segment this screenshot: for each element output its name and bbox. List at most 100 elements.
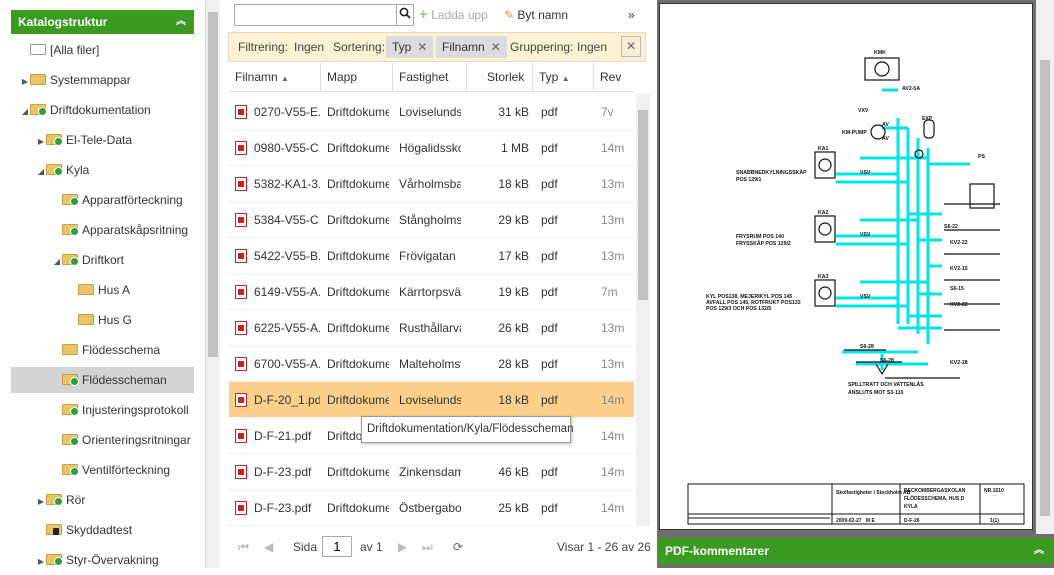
cell-folder: Driftdokumentation — [327, 357, 389, 371]
close-icon[interactable]: ✕ — [621, 36, 641, 57]
tree-item[interactable]: ▶ Systemmappar — [0, 67, 131, 93]
tree-item[interactable]: Apparatskåpsritning — [0, 217, 188, 243]
table-row[interactable]: 0270-V55-E.pdf Driftdokumentation Loviselu… — [229, 94, 634, 130]
tree-item[interactable]: ◢ Kyla — [0, 157, 89, 183]
next-page-icon[interactable]: ▶ — [398, 532, 407, 562]
cell-rev: 13m — [601, 357, 625, 371]
expand-arrow-icon[interactable]: ▶ — [36, 489, 46, 515]
pdf-file-icon — [235, 285, 247, 299]
prev-page-icon[interactable]: ◀ — [264, 532, 273, 562]
table-row[interactable]: 5384-V55-C.pdf Driftdokumentation Stånghol… — [229, 202, 634, 238]
tree-item[interactable]: Flödesschema — [0, 337, 160, 363]
expand-arrow-icon[interactable]: ▶ — [36, 129, 46, 155]
sort-chip-type[interactable]: Typ ✕ — [386, 36, 434, 58]
rename-button[interactable]: ✎ Byt namn — [504, 6, 568, 24]
expand-arrow-icon[interactable]: ◢ — [52, 249, 62, 275]
filter-value[interactable]: Ingen — [294, 33, 324, 61]
col-rev[interactable]: Rev — [594, 63, 634, 92]
diagram-label: S6-22 — [944, 224, 958, 230]
pdf-comments-bar[interactable]: PDF-kommentarer ︽ — [657, 538, 1054, 564]
diagram-label: S6-28 — [880, 358, 894, 364]
cell-name: D-F-23.pdf — [254, 465, 312, 479]
expand-arrow-icon[interactable]: ▶ — [20, 69, 30, 95]
cell-type: pdf — [541, 501, 558, 515]
last-page-icon[interactable]: ⏭ — [422, 532, 433, 562]
pdf-page[interactable]: KMK AV2-5A VXV KM-PUMP AV AV EXP PS SNABBNEDKYLN… — [659, 3, 1033, 530]
table-row[interactable]: 5422-V55-B.pdf Driftdokumentation Frövigat… — [229, 238, 634, 274]
tree-item[interactable]: Skyddadtest — [0, 517, 132, 543]
sort-chip-filename[interactable]: Filnamn ✕ — [436, 36, 507, 58]
tree-item[interactable]: ◢ Driftkort — [0, 247, 124, 273]
search-icon[interactable] — [396, 4, 414, 26]
cell-prop: Rusthållarvägen — [399, 321, 461, 335]
col-filename[interactable]: Filnamn ▲ — [229, 63, 321, 92]
tree-scroll-thumb[interactable] — [208, 12, 218, 357]
refresh-icon[interactable]: ⟳ — [453, 532, 463, 562]
table-row[interactable]: 6700-V55-A.pdf Driftdokumentation Maltehol… — [229, 346, 634, 382]
tree-item[interactable]: ▶ El-Tele-Data — [0, 127, 132, 153]
tree-item[interactable]: Apparatförteckning — [0, 187, 183, 213]
collapse-icon[interactable]: ︽ — [176, 10, 186, 34]
expand-icon[interactable]: ︽ — [1034, 538, 1044, 564]
tree-item-label: Orienteringsritningar — [82, 433, 191, 447]
first-page-icon[interactable]: ⏮ — [238, 532, 249, 562]
diagram-label: SNABBNEDKYLNINGSSKÅP — [736, 169, 807, 176]
table-row[interactable]: 5382-KA1-3.pdf Driftdokumentation Vårholms… — [229, 166, 634, 202]
tree-item[interactable]: Orienteringsritningar — [0, 427, 191, 453]
list-scroll-thumb[interactable] — [638, 110, 648, 300]
table-row[interactable]: D-F-23.pdf Driftdokumentation Zinkensdamm 4… — [229, 454, 634, 490]
tree-item-label: Apparatskåpsritning — [82, 223, 189, 237]
cell-folder: Driftdokumentation — [327, 393, 389, 407]
expand-arrow-icon[interactable]: ◢ — [20, 99, 30, 125]
pdf-file-icon — [235, 357, 247, 371]
col-folder[interactable]: Mapp — [321, 63, 393, 92]
tree-item[interactable]: [Alla filer] — [0, 37, 99, 63]
col-size[interactable]: Storlek — [467, 63, 533, 92]
pdf-file-icon — [235, 429, 247, 443]
title-block-text: Skolfastigheter i Stockholm AB — [836, 490, 911, 496]
tree-scrollbar[interactable] — [206, 0, 220, 568]
upload-button[interactable]: + Ladda upp — [419, 6, 488, 24]
pdf-scrollbar[interactable] — [1036, 0, 1054, 534]
table-row[interactable]: D-F-23.pdf Driftdokumentation Östbergaborg… — [229, 490, 634, 526]
remove-icon[interactable]: ✕ — [417, 40, 427, 54]
cell-size: 19 kB — [498, 285, 529, 299]
search-input[interactable] — [234, 4, 412, 26]
more-button[interactable]: » — [628, 6, 635, 24]
folder-icon — [46, 554, 63, 566]
tree-item-label: Injusteringsprotokoll — [82, 403, 189, 417]
table-row[interactable]: 0980-V55-C10.pdf Driftdokumentation Högali… — [229, 130, 634, 166]
title-block-text: M E — [866, 518, 876, 524]
diagram-label: VXV — [858, 108, 869, 114]
group-value[interactable]: Ingen — [577, 33, 607, 61]
tree-item[interactable]: Injusteringsprotokoll — [0, 397, 189, 423]
catalog-header[interactable]: Katalogstruktur ︽ — [11, 10, 194, 34]
tree-item[interactable]: Hus G — [0, 307, 132, 333]
expand-arrow-icon[interactable]: ◢ — [36, 159, 46, 185]
cell-type: pdf — [541, 249, 558, 263]
page-input[interactable] — [322, 536, 352, 557]
table-row[interactable]: 6225-V55-A.pdf Driftdokumentation Rusthåll… — [229, 310, 634, 346]
cell-prop: Loviselundsskolan — [399, 393, 461, 407]
list-scrollbar[interactable] — [636, 94, 650, 526]
title-block-text: NR.1610 — [984, 488, 1004, 494]
cell-size: 46 kB — [498, 465, 529, 479]
tree-item[interactable]: Flödesscheman — [11, 367, 194, 393]
cell-size: 18 kB — [498, 177, 529, 191]
diagram-label: VSV — [860, 232, 871, 238]
diagram-label: VSV — [860, 170, 871, 176]
cell-name: 5422-V55-B.pdf — [254, 249, 320, 263]
tree-item[interactable]: ◢ Driftdokumentation — [0, 97, 151, 123]
table-row[interactable]: D-F-20_1.pdf Driftdokumentation Loviselund… — [229, 382, 634, 418]
tree-item[interactable]: Hus A — [0, 277, 130, 303]
col-property[interactable]: Fastighet — [393, 63, 467, 92]
remove-icon[interactable]: ✕ — [491, 40, 501, 54]
cell-size: 17 kB — [498, 249, 529, 263]
expand-arrow-icon[interactable]: ▶ — [36, 549, 46, 575]
tree-item[interactable]: ▶ Rör — [0, 487, 85, 513]
pdf-scroll-thumb[interactable] — [1040, 60, 1050, 516]
tree-item[interactable]: ▶ Styr-Övervakning — [0, 547, 159, 573]
tree-item[interactable]: Ventilförteckning — [0, 457, 170, 483]
col-type[interactable]: Typ ▲ — [533, 63, 594, 92]
table-row[interactable]: 6149-V55-A.pdf Driftdokumentation Kärrtorp… — [229, 274, 634, 310]
